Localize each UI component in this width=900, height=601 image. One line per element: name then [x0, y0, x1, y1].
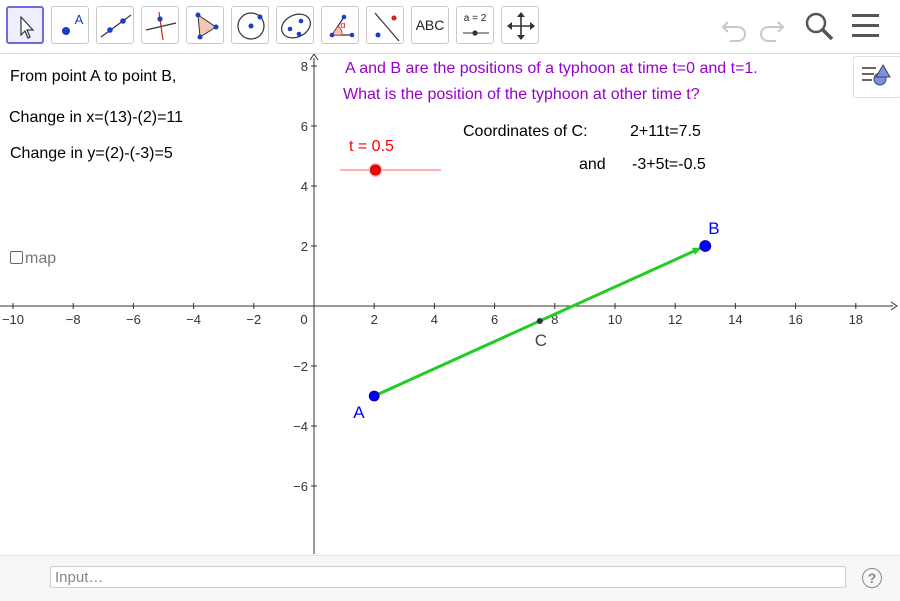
y-coordinate-expression: -3+5t=-0.5: [632, 156, 706, 173]
y-tick-label: −2: [293, 359, 308, 374]
x-tick-label: 6: [491, 312, 498, 327]
y-tick-label: 6: [301, 119, 308, 134]
x-coordinate-expression: 2+11t=7.5: [630, 123, 701, 140]
move-arrows-icon: [507, 12, 535, 40]
slider-tool-button[interactable]: a = 2: [456, 6, 494, 44]
point-c-label: C: [535, 331, 547, 350]
y-tick-label: 4: [301, 179, 308, 194]
input-bar: ?: [0, 555, 900, 601]
slider-label: t = 0.5: [349, 138, 394, 155]
slider-handle[interactable]: [370, 164, 381, 176]
x-tick-label: 4: [431, 312, 438, 327]
vector-ab[interactable]: [373, 247, 701, 398]
checkbox-box[interactable]: [10, 251, 23, 264]
x-tick-label: −10: [2, 312, 24, 327]
style-bar-toggle[interactable]: [853, 56, 900, 98]
x-tick-label: 10: [608, 312, 622, 327]
text-tool-label: ABC: [415, 17, 445, 33]
slider-icon: [463, 30, 489, 36]
x-tick-label: −4: [186, 312, 201, 327]
cursor-arrow-icon: [20, 15, 35, 39]
axes: [0, 54, 898, 554]
circle-icon: [237, 12, 265, 40]
toolbar: A α ABC a = 2: [0, 0, 900, 54]
point-b-label: B: [708, 219, 719, 238]
x-tick-label: 12: [668, 312, 682, 327]
reflect-icon: [374, 12, 400, 42]
input-field[interactable]: [50, 566, 846, 588]
x-tick-label: −2: [246, 312, 261, 327]
x-tick-label: 2: [371, 312, 378, 327]
problem-text-line1: A and B are the positions of a typhoon a…: [345, 60, 758, 77]
y-tick-label: 8: [301, 59, 308, 74]
polygon-tool-button[interactable]: [186, 6, 224, 44]
style-bar-icon: [862, 64, 891, 86]
point-tool-button[interactable]: A: [51, 6, 89, 44]
help-icon[interactable]: ?: [862, 568, 882, 588]
and-text: and: [579, 156, 606, 173]
angle-tool-button[interactable]: α: [321, 6, 359, 44]
line-icon: [100, 14, 132, 38]
y-tick-label: 2: [301, 239, 308, 254]
ellipse-icon: [281, 13, 311, 39]
y-tick-label: −6: [293, 479, 308, 494]
point-a[interactable]: [368, 390, 380, 402]
graphics-view[interactable]: −10 −8 −6 −4 −2 0 2 4 6 8 10 12 14 16 18 8 6 4 2 −2 −4 −6 A B…: [0, 54, 900, 554]
perpendicular-line-tool-button[interactable]: [141, 6, 179, 44]
search-icon[interactable]: [803, 8, 837, 44]
y-tick-label: −4: [293, 419, 308, 434]
redo-icon[interactable]: [756, 8, 786, 44]
menu-icon[interactable]: [850, 8, 882, 44]
x-tick-label: −6: [126, 312, 141, 327]
undo-icon[interactable]: [720, 8, 750, 44]
line-tool-button[interactable]: [96, 6, 134, 44]
problem-text-line2: What is the position of the typhoon at o…: [343, 86, 700, 103]
map-checkbox-label: map: [25, 250, 57, 267]
change-in-x-text: Change in x=(13)-(2)=11: [9, 109, 184, 126]
point-a-label: A: [353, 403, 365, 422]
angle-tool-label: α: [340, 20, 346, 30]
move-tool-button[interactable]: [6, 6, 44, 44]
map-checkbox[interactable]: map: [10, 250, 56, 268]
polygon-icon: [195, 12, 219, 40]
point-b[interactable]: [699, 240, 712, 252]
reflect-tool-button[interactable]: [366, 6, 404, 44]
point-c[interactable]: [536, 318, 543, 324]
x-tick-label: −8: [66, 312, 81, 327]
perpendicular-line-icon: [145, 11, 177, 41]
coordinate-plane[interactable]: −10 −8 −6 −4 −2 0 2 4 6 8 10 12 14 16 188642−2−4−6 A B…: [0, 54, 900, 554]
x-tick-label: 0: [300, 312, 307, 327]
ellipse-tool-button[interactable]: [276, 6, 314, 44]
coords-label: Coordinates of C:: [463, 123, 588, 140]
x-tick-label: 18: [849, 312, 863, 327]
change-in-y-text: Change in y=(2)-(-3)=5: [10, 145, 173, 162]
circle-tool-button[interactable]: [231, 6, 269, 44]
move-graphics-view-tool-button[interactable]: [501, 6, 539, 44]
point-tool-label: A: [74, 12, 84, 27]
x-tick-label: 14: [728, 312, 742, 327]
text-tool-button[interactable]: ABC: [411, 6, 449, 44]
from-point-text: From point A to point B,: [10, 68, 177, 85]
x-tick-label: 16: [788, 312, 802, 327]
